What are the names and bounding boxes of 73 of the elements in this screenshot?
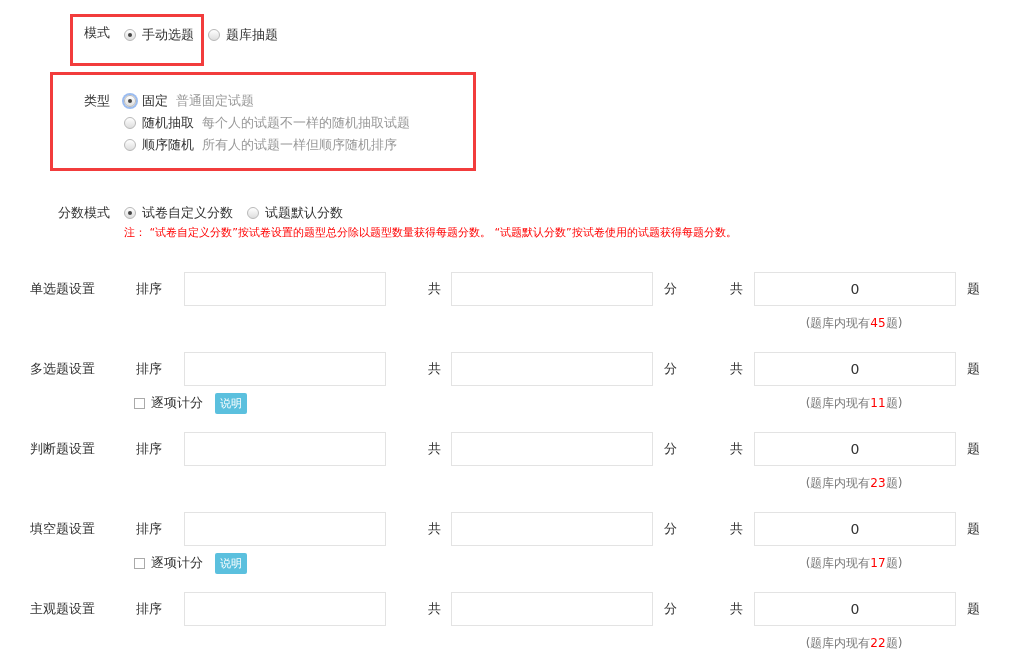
count-unit: 题 [967,360,980,378]
checkbox-label: 逐项计分 [151,554,203,572]
count-label: 共 [730,280,744,298]
total-label: 共 [428,520,442,538]
count-input[interactable]: 0 [754,592,956,626]
score-unit: 分 [664,440,678,458]
score-input[interactable] [451,512,653,546]
radio-button[interactable] [208,29,220,41]
order-input[interactable] [184,432,386,466]
order-label: 排序 [136,280,163,298]
total-label: 共 [428,600,442,618]
order-label: 排序 [136,440,163,458]
radio-button[interactable] [124,139,136,151]
setting-label: 单选题设置 [30,280,96,298]
option-label: 随机抽取 [142,114,194,132]
bank-count-note: (题库内现有23题) [804,474,904,492]
count-unit: 题 [967,280,980,298]
total-label: 共 [428,440,442,458]
count-label: 共 [730,600,744,618]
radio-button[interactable] [124,29,136,41]
field-label: 分数模式 [57,204,110,222]
count-input[interactable]: 0 [754,432,956,466]
option-label: 手动选题 [142,26,194,44]
option-label: 题库抽题 [226,26,278,44]
order-label: 排序 [136,360,163,378]
checkbox-label: 逐项计分 [151,394,203,412]
order-input[interactable] [184,272,386,306]
count-unit: 题 [967,440,980,458]
score-unit: 分 [664,360,678,378]
score-input[interactable] [451,592,653,626]
option-label: 顺序随机 [142,136,194,154]
order-label: 排序 [136,600,163,618]
field-label: 模式 [83,24,110,42]
bank-count-note: (题库内现有45题) [804,314,904,332]
count-unit: 题 [967,520,980,538]
score-unit: 分 [664,280,678,298]
count-input[interactable]: 0 [754,512,956,546]
score-input[interactable] [451,352,653,386]
order-input[interactable] [184,592,386,626]
order-input[interactable] [184,352,386,386]
score-input[interactable] [451,432,653,466]
radio-button[interactable] [247,207,259,219]
score-unit: 分 [664,600,678,618]
setting-label: 判断题设置 [30,440,96,458]
score-unit: 分 [664,520,678,538]
checkbox[interactable] [134,397,145,409]
bank-count-note: (题库内现有11题) [804,394,904,412]
setting-label: 多选题设置 [30,360,96,378]
radio-button[interactable] [124,117,136,129]
score-mode-note: 注： “试卷自定义分数”按试卷设置的题型总分除以题型数量获得每题分数。 “试题默认分数”按试卷使用的试题获得每题分数。 [124,225,737,240]
field-label: 类型 [83,92,110,110]
setting-label: 填空题设置 [30,520,96,538]
order-input[interactable] [184,512,386,546]
option-label: 试卷自定义分数 [142,204,233,222]
option-label: 固定 [142,92,168,110]
count-input[interactable]: 0 [754,272,956,306]
count-unit: 题 [967,600,980,618]
setting-label: 主观题设置 [30,600,96,618]
radio-button[interactable] [124,95,136,107]
count-label: 共 [730,520,744,538]
option-label: 试题默认分数 [265,204,343,222]
option-hint: 普通固定试题 [176,92,254,110]
radio-button[interactable] [124,207,136,219]
order-label: 排序 [136,520,163,538]
bank-count-note: (题库内现有22题) [804,634,904,652]
count-input[interactable]: 0 [754,352,956,386]
checkbox[interactable] [134,557,145,569]
count-label: 共 [730,360,744,378]
total-label: 共 [428,360,442,378]
score-input[interactable] [451,272,653,306]
total-label: 共 [428,280,442,298]
count-label: 共 [730,440,744,458]
bank-count-note: (题库内现有17题) [804,554,904,572]
